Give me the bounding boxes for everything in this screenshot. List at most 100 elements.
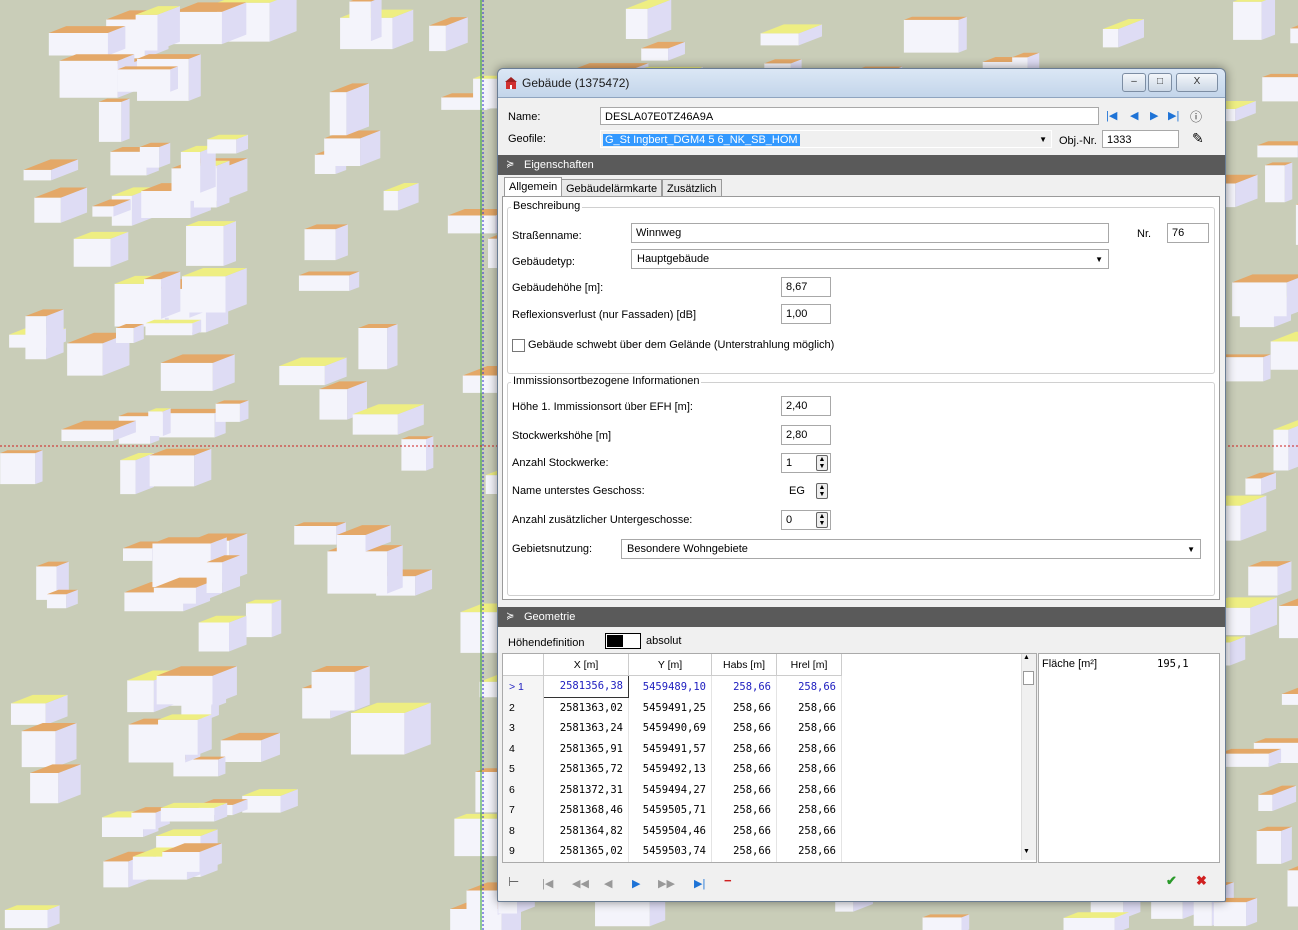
tab-allgemein[interactable]: Allgemein [504, 177, 563, 197]
float-checkbox[interactable] [512, 339, 525, 352]
coordinate-cell[interactable]: 2581372,31 [543, 779, 629, 800]
checkmark-icon[interactable]: ✔ [1166, 873, 1177, 889]
coordinate-cell[interactable]: 258,66 [776, 697, 842, 718]
coordinate-cell[interactable]: 258,66 [711, 861, 777, 862]
properties-section-header[interactable]: ≽ Eigenschaften [498, 155, 1225, 175]
coordinate-cell[interactable]: 258,66 [711, 841, 777, 862]
prev-row-icon[interactable]: ◀ [604, 877, 612, 890]
minimize-button[interactable]: – [1122, 73, 1146, 92]
coordinate-cell[interactable]: 5459492,13 [628, 759, 712, 780]
scroll-down-icon[interactable]: ▼ [1023, 848, 1030, 855]
table-row[interactable]: > 1 2581356,38 5459489,10 258,66 258,66 [503, 675, 842, 698]
table-scrollbar[interactable]: ▲ ▼ [1021, 654, 1036, 860]
coordinate-cell[interactable]: 5459505,71 [628, 800, 712, 821]
table-row[interactable]: 6 2581372,31 5459494,27 258,66 258,66 [503, 779, 842, 800]
area-use-select[interactable]: Besondere Wohngebiete ▼ [621, 539, 1201, 559]
coordinate-cell[interactable]: 258,66 [776, 800, 842, 821]
floors-stepper[interactable]: ▲ ▼ [816, 455, 828, 471]
help-icon[interactable]: ⓘ [1190, 108, 1202, 125]
lowest-floor-value[interactable]: EG [789, 485, 805, 497]
coordinate-cell[interactable]: 5459494,27 [628, 779, 712, 800]
coordinate-cell[interactable]: 258,66 [711, 697, 777, 718]
coordinates-table[interactable]: X [m] Y [m] Habs [m] Hrel [m] > 1 2581356… [502, 653, 1037, 863]
table-row[interactable]: 4 2581365,91 5459491,57 258,66 258,66 [503, 738, 842, 759]
reflection-field[interactable]: 1,00 [781, 304, 831, 324]
coordinate-cell[interactable]: 2581365,91 [543, 738, 629, 759]
h1-field[interactable]: 2,40 [781, 396, 831, 416]
coordinate-cell[interactable]: 258,66 [776, 738, 842, 759]
coordinate-cell[interactable]: 2581363,24 [543, 718, 629, 739]
column-header-y[interactable]: Y [m] [628, 654, 712, 676]
height-definition-toggle[interactable] [605, 633, 641, 649]
coordinate-cell[interactable]: 258,66 [776, 820, 842, 841]
close-red-icon[interactable]: ✖ [1196, 873, 1207, 889]
coordinate-cell[interactable]: 2581365,02 [543, 841, 629, 862]
coordinate-cell[interactable]: 5459491,57 [628, 738, 712, 759]
coordinate-cell[interactable]: 258,66 [711, 718, 777, 739]
close-button[interactable]: X [1176, 73, 1218, 92]
coordinate-cell[interactable]: 258,66 [776, 779, 842, 800]
next-row-icon[interactable]: ▶ [632, 877, 640, 890]
coordinate-cell[interactable]: 258,66 [711, 738, 777, 759]
geometry-section-header[interactable]: ≽ Geometrie [498, 607, 1225, 627]
table-row[interactable]: 8 2581364,82 5459504,46 258,66 258,66 [503, 820, 842, 841]
scroll-thumb[interactable] [1023, 671, 1034, 685]
tab-gebaeudelaermkarte[interactable]: Gebäudelärmkarte [561, 179, 663, 197]
table-row[interactable]: 3 2581363,24 5459490,69 258,66 258,66 [503, 718, 842, 739]
coordinate-cell[interactable]: 5459504,46 [628, 820, 712, 841]
coordinate-cell[interactable]: 258,66 [776, 759, 842, 780]
coordinate-cell[interactable]: 258,66 [776, 841, 842, 862]
coordinate-cell[interactable]: 2581356,70 [543, 861, 629, 862]
coordinate-cell[interactable]: 258,66 [711, 759, 777, 780]
coordinate-cell[interactable]: 258,66 [776, 718, 842, 739]
coordinate-cell[interactable]: 5459503,74 [628, 841, 712, 862]
last-record-icon[interactable]: ▶| [1168, 109, 1179, 122]
objnr-field[interactable]: 1333 [1102, 130, 1179, 148]
prev-record-icon[interactable]: ◀ [1130, 109, 1138, 122]
coordinate-cell[interactable]: 2581356,38 [543, 675, 629, 698]
coordinate-cell[interactable]: 2581365,72 [543, 759, 629, 780]
delete-row-icon[interactable]: − [724, 873, 732, 888]
geofile-select[interactable]: G_St Ingbert_DGM4 5 6_NK_SB_HOM ▼ [600, 130, 1052, 148]
column-header-x[interactable]: X [m] [543, 654, 629, 676]
next-page-icon[interactable]: ▶▶ [658, 877, 675, 890]
coordinate-cell[interactable]: 2581368,46 [543, 800, 629, 821]
coordinate-cell[interactable]: 5459490,69 [628, 718, 712, 739]
next-record-icon[interactable]: ▶ [1150, 109, 1158, 122]
lowest-floor-stepper[interactable]: ▲ ▼ [816, 483, 828, 499]
coordinate-cell[interactable]: 5459491,25 [628, 697, 712, 718]
coordinate-cell[interactable]: 258,66 [776, 675, 842, 697]
building-type-select[interactable]: Hauptgebäude ▼ [631, 249, 1109, 269]
nr-field[interactable]: 76 [1167, 223, 1209, 243]
title-bar[interactable]: Gebäude (1375472) – □ X [498, 69, 1225, 98]
coordinate-cell[interactable]: 258,66 [711, 820, 777, 841]
first-record-icon[interactable]: |◀ [1106, 109, 1117, 122]
floor-height-field[interactable]: 2,80 [781, 425, 831, 445]
building-height-field[interactable]: 8,67 [781, 277, 831, 297]
table-row[interactable]: 2 2581363,02 5459491,25 258,66 258,66 [503, 697, 842, 718]
coordinate-cell[interactable]: 5459489,10 [628, 675, 712, 697]
coordinate-cell[interactable]: 258,66 [711, 779, 777, 800]
coordinate-cell[interactable]: 258,66 [711, 675, 777, 697]
maximize-button[interactable]: □ [1148, 73, 1172, 92]
basements-stepper[interactable]: ▲ ▼ [816, 512, 828, 528]
pencil-icon[interactable]: ✎ [1192, 130, 1204, 147]
column-header-habs[interactable]: Habs [m] [711, 654, 777, 676]
scroll-up-icon[interactable]: ▲ [1023, 654, 1030, 661]
column-header-hrel[interactable]: Hrel [m] [776, 654, 842, 676]
table-row[interactable]: 9 2581365,02 5459503,74 258,66 258,66 [503, 841, 842, 862]
coordinate-cell[interactable]: 258,66 [776, 861, 842, 862]
coordinate-cell[interactable]: 258,66 [711, 800, 777, 821]
last-row-icon[interactable]: ▶| [694, 877, 705, 890]
table-row[interactable]: 5 2581365,72 5459492,13 258,66 258,66 [503, 759, 842, 780]
tree-icon[interactable]: ⊢ [508, 874, 519, 890]
prev-page-icon[interactable]: ◀◀ [572, 877, 589, 890]
first-row-icon[interactable]: |◀ [542, 877, 553, 890]
coordinate-cell[interactable]: 2581363,02 [543, 697, 629, 718]
table-row[interactable]: 7 2581368,46 5459505,71 258,66 258,66 [503, 800, 842, 821]
coordinate-cell[interactable]: 2581364,82 [543, 820, 629, 841]
street-field[interactable]: Winnweg [631, 223, 1109, 243]
tab-zusaetzlich[interactable]: Zusätzlich [662, 179, 722, 197]
coordinate-cell[interactable]: 5459500,98 [628, 861, 712, 862]
name-field[interactable]: DESLA07E0TZ46A9A [600, 107, 1099, 125]
